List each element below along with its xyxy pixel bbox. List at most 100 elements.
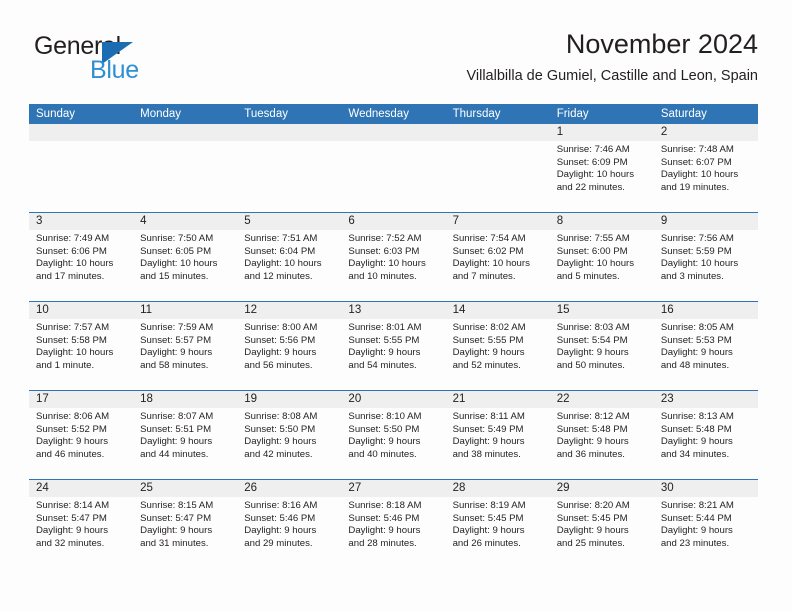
day-number: 10 — [36, 304, 49, 316]
weekday-header-saturday: Saturday — [660, 108, 707, 120]
calendar-day-cell[interactable]: 14 Sunrise: 8:02 AM Sunset: 5:55 PM Dayligh… — [446, 302, 550, 390]
daylight-text-cont: and 29 minutes. — [244, 537, 313, 549]
daylight-text-cont: and 44 minutes. — [140, 448, 209, 460]
day-details: Sunrise: 7:55 AM Sunset: 6:00 PM Daylight:… — [557, 233, 648, 283]
calendar-day-cell[interactable]: 16 Sunrise: 8:05 AM Sunset: 5:53 PM Dayligh… — [654, 302, 758, 390]
sunset-text: Sunset: 5:47 PM — [36, 512, 107, 524]
calendar-day-cell[interactable]: 7 Sunrise: 7:54 AM Sunset: 6:02 PM Daylight… — [446, 213, 550, 301]
calendar-day-cell[interactable]: 1 Sunrise: 7:46 AM Sunset: 6:09 PM Daylight… — [550, 124, 654, 212]
daylight-text-cont: and 5 minutes. — [556, 270, 620, 282]
sunrise-text: Sunrise: 8:16 AM — [244, 500, 318, 511]
daylight-text: Daylight: 10 hours — [36, 258, 114, 270]
daylight-text-cont: and 54 minutes. — [348, 359, 417, 371]
daylight-text: Daylight: 9 hours — [140, 347, 213, 359]
title-block: November 2024 Villalbilla de Gumiel, Cas… — [466, 28, 758, 85]
calendar-day-cell[interactable]: 11 Sunrise: 7:59 AM Sunset: 5:57 PM Dayligh… — [133, 302, 237, 390]
day-details: Sunrise: 7:51 AM Sunset: 6:04 PM Daylight:… — [244, 233, 335, 283]
sunset-text: Sunset: 6:07 PM — [660, 156, 732, 168]
page-title: November 2024 — [565, 29, 758, 59]
daylight-text: Daylight: 9 hours — [556, 347, 629, 359]
sunset-text: Sunset: 5:55 PM — [348, 334, 420, 346]
sunrise-text: Sunrise: 7:49 AM — [36, 233, 110, 244]
calendar-day-cell[interactable]: 4 Sunrise: 7:50 AM Sunset: 6:05 PM Daylight… — [133, 213, 237, 301]
day-number: 6 — [348, 215, 355, 227]
calendar-day-cell[interactable]: 10 Sunrise: 7:57 AM Sunset: 5:58 PM Dayligh… — [29, 302, 133, 390]
daylight-text-cont: and 25 minutes. — [556, 537, 625, 549]
day-number: 20 — [348, 393, 362, 405]
calendar-day-cell[interactable]: 26 Sunrise: 8:16 AM Sunset: 5:46 PM Dayligh… — [237, 480, 341, 568]
daylight-text-cont: and 46 minutes. — [36, 448, 105, 460]
calendar-day-cell[interactable]: 2 Sunrise: 7:48 AM Sunset: 6:07 PM Daylight… — [654, 124, 758, 212]
daylight-text-cont: and 31 minutes. — [140, 537, 209, 549]
sunset-text: Sunset: 5:48 PM — [660, 423, 732, 435]
day-details: Sunrise: 7:48 AM Sunset: 6:07 PM Daylight:… — [661, 144, 752, 194]
sunset-text: Sunset: 5:45 PM — [556, 512, 628, 524]
day-details: Sunrise: 8:20 AM Sunset: 5:45 PM Daylight:… — [557, 500, 648, 550]
daylight-text: Daylight: 9 hours — [36, 436, 108, 448]
sunrise-text: Sunrise: 7:54 AM — [452, 233, 526, 244]
day-details: Sunrise: 7:59 AM Sunset: 5:57 PM Daylight:… — [140, 322, 231, 372]
calendar-day-cell[interactable]: 22 Sunrise: 8:12 AM Sunset: 5:48 PM Dayligh… — [550, 391, 654, 479]
calendar-day-cell[interactable]: 23 Sunrise: 8:13 AM Sunset: 5:48 PM Dayligh… — [654, 391, 758, 479]
sunrise-text: Sunrise: 7:56 AM — [660, 233, 734, 244]
calendar-day-cell[interactable]: 5 Sunrise: 7:51 AM Sunset: 6:04 PM Daylight… — [237, 213, 341, 301]
sunset-text: Sunset: 5:59 PM — [660, 245, 732, 257]
day-number: 5 — [244, 215, 251, 227]
daylight-text: Daylight: 9 hours — [452, 436, 525, 448]
daylight-text: Daylight: 10 hours — [660, 258, 739, 270]
calendar-day-cell[interactable]: 25 Sunrise: 8:15 AM Sunset: 5:47 PM Dayligh… — [133, 480, 237, 568]
day-number: 3 — [36, 215, 43, 227]
calendar-day-cell[interactable]: 13 Sunrise: 8:01 AM Sunset: 5:55 PM Dayligh… — [341, 302, 445, 390]
day-number: 9 — [660, 215, 668, 227]
daylight-text-cont: and 48 minutes. — [660, 359, 730, 371]
calendar-day-cell[interactable]: 3 Sunrise: 7:49 AM Sunset: 6:06 PM Daylight… — [29, 213, 133, 301]
calendar-day-cell[interactable]: 15 Sunrise: 8:03 AM Sunset: 5:54 PM Dayligh… — [550, 302, 654, 390]
weekday-header-friday: Friday — [556, 108, 589, 120]
daylight-text: Daylight: 9 hours — [556, 436, 629, 448]
calendar-day-cell[interactable]: 6 Sunrise: 7:52 AM Sunset: 6:03 PM Daylight… — [341, 213, 445, 301]
calendar-day-cell[interactable]: 28 Sunrise: 8:19 AM Sunset: 5:45 PM Dayligh… — [446, 480, 550, 568]
sunrise-text: Sunrise: 8:21 AM — [660, 500, 734, 511]
calendar-day-cell[interactable]: 17 Sunrise: 8:06 AM Sunset: 5:52 PM Dayligh… — [29, 391, 133, 479]
sunset-text: Sunset: 5:46 PM — [244, 512, 316, 524]
day-details: Sunrise: 8:16 AM Sunset: 5:46 PM Daylight:… — [244, 500, 335, 550]
calendar-day-cell[interactable]: 9 Sunrise: 7:56 AM Sunset: 5:59 PM Daylight… — [654, 213, 758, 301]
weekday-header-wednesday: Wednesday — [348, 108, 409, 120]
sunrise-text: Sunrise: 8:19 AM — [452, 500, 526, 511]
generalblue-logo: General Blue — [34, 32, 244, 92]
day-number: 19 — [244, 393, 258, 405]
day-number: 14 — [452, 304, 466, 316]
day-details: Sunrise: 7:49 AM Sunset: 6:06 PM Daylight:… — [36, 233, 127, 283]
sunrise-text: Sunrise: 7:55 AM — [556, 233, 630, 244]
sunrise-text: Sunrise: 8:12 AM — [556, 411, 630, 422]
sunrise-text: Sunrise: 8:06 AM — [36, 411, 110, 422]
calendar-day-cell[interactable]: 12 Sunrise: 8:00 AM Sunset: 5:56 PM Dayligh… — [237, 302, 341, 390]
sunset-text: Sunset: 5:50 PM — [244, 423, 316, 435]
sunset-text: Sunset: 5:48 PM — [556, 423, 628, 435]
day-details: Sunrise: 8:08 AM Sunset: 5:50 PM Daylight:… — [244, 411, 335, 461]
daylight-text-cont: and 32 minutes. — [36, 537, 105, 549]
sunrise-text: Sunrise: 7:48 AM — [660, 144, 734, 155]
calendar-day-cell[interactable]: 18 Sunrise: 8:07 AM Sunset: 5:51 PM Dayligh… — [133, 391, 237, 479]
calendar-day-cell[interactable]: 8 Sunrise: 7:55 AM Sunset: 6:00 PM Daylight… — [550, 213, 654, 301]
day-details: Sunrise: 8:10 AM Sunset: 5:50 PM Daylight:… — [348, 411, 439, 461]
daylight-text: Daylight: 9 hours — [348, 436, 421, 448]
weekday-header-thursday: Thursday — [452, 108, 501, 120]
sunset-text: Sunset: 5:51 PM — [140, 423, 212, 435]
day-number: 22 — [556, 393, 570, 405]
daylight-text: Daylight: 9 hours — [452, 525, 525, 537]
day-details: Sunrise: 8:12 AM Sunset: 5:48 PM Daylight:… — [557, 411, 648, 461]
daylight-text: Daylight: 9 hours — [660, 525, 733, 537]
calendar-day-cell[interactable]: 24 Sunrise: 8:14 AM Sunset: 5:47 PM Dayligh… — [29, 480, 133, 568]
calendar-day-cell[interactable]: 27 Sunrise: 8:18 AM Sunset: 5:46 PM Dayligh… — [341, 480, 445, 568]
calendar-day-cell[interactable]: 19 Sunrise: 8:08 AM Sunset: 5:50 PM Dayligh… — [237, 391, 341, 479]
weekday-header-tuesday: Tuesday — [244, 108, 288, 120]
day-details: Sunrise: 8:01 AM Sunset: 5:55 PM Daylight:… — [348, 322, 439, 372]
sunrise-text: Sunrise: 8:15 AM — [140, 500, 214, 511]
day-details: Sunrise: 8:06 AM Sunset: 5:52 PM Daylight:… — [36, 411, 127, 461]
calendar-day-cell[interactable]: 29 Sunrise: 8:20 AM Sunset: 5:45 PM Dayligh… — [550, 480, 654, 568]
calendar-day-cell[interactable]: 21 Sunrise: 8:11 AM Sunset: 5:49 PM Dayligh… — [446, 391, 550, 479]
calendar-day-cell[interactable]: 20 Sunrise: 8:10 AM Sunset: 5:50 PM Dayligh… — [341, 391, 445, 479]
calendar-day-cell[interactable]: 30 Sunrise: 8:21 AM Sunset: 5:44 PM Dayligh… — [654, 480, 758, 568]
day-details: Sunrise: 8:18 AM Sunset: 5:46 PM Daylight:… — [348, 500, 439, 550]
